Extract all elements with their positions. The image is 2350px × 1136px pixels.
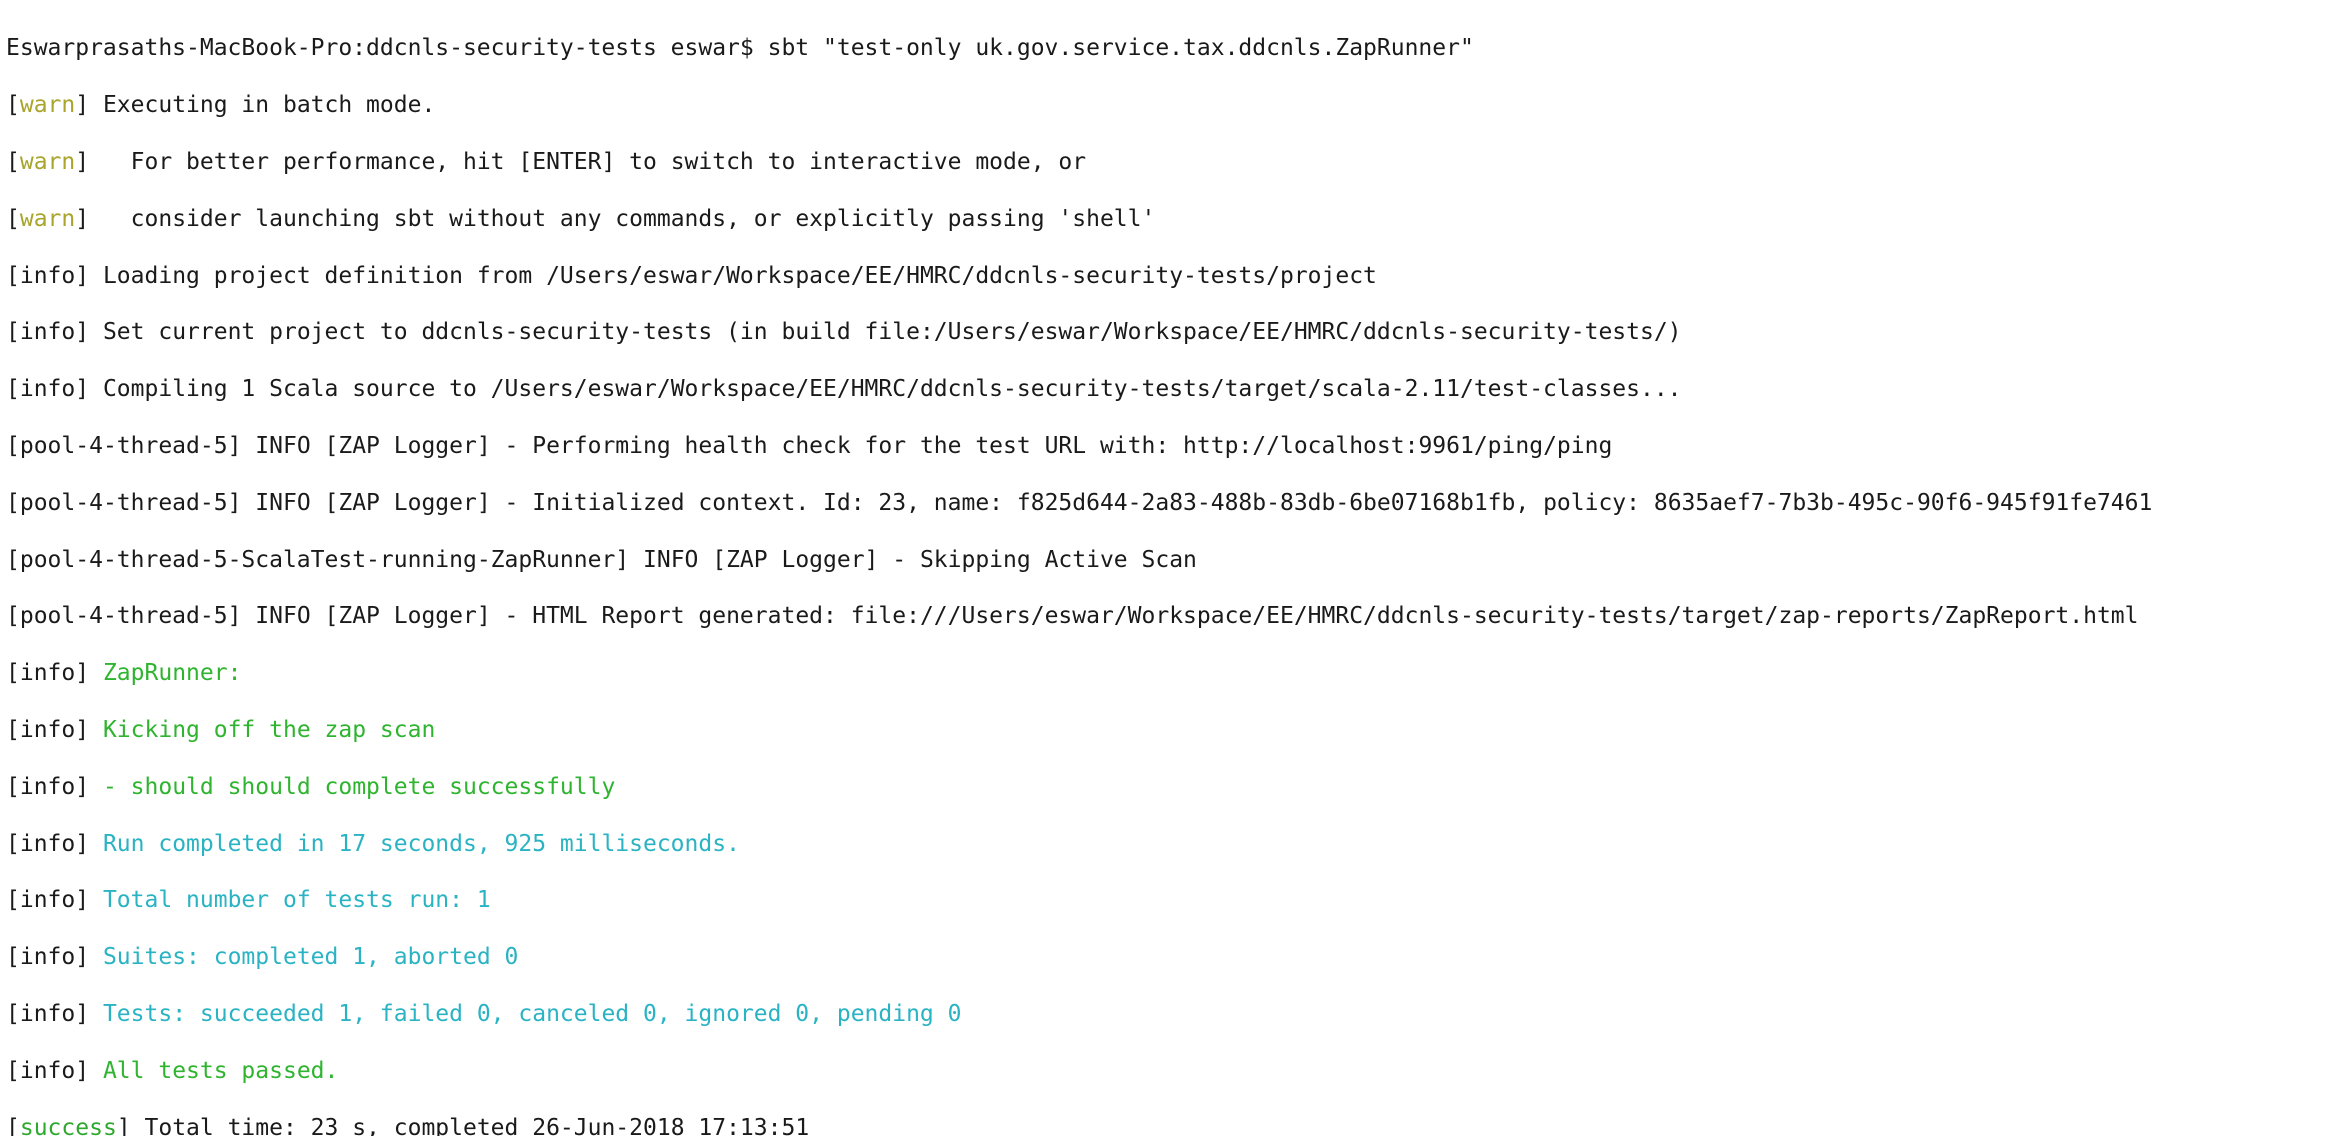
test-summary: Suites: completed 1, aborted 0 <box>102 944 519 971</box>
shell-prompt: Eswarprasaths-MacBook-Pro:ddcnls-securit… <box>6 35 768 62</box>
log-message: Executing in batch mode. <box>89 92 436 119</box>
output-line: [info] Tests: succeeded 1, failed 0, can… <box>6 1000 962 1027</box>
output-line: [warn] For better performance, hit [ENTE… <box>6 149 1087 175</box>
output-line: [info] Total number of tests run: 1 <box>6 887 491 914</box>
log-level-info: info <box>19 830 76 857</box>
output-line: [info] Run completed in 17 seconds, 925 … <box>6 830 740 857</box>
output-line: [info] Suites: completed 1, aborted 0 <box>6 944 519 971</box>
log-level-warn: warn <box>19 149 76 175</box>
log-message: Compiling 1 Scala source to /Users/eswar… <box>89 376 1682 403</box>
log-level-info: info <box>19 660 76 687</box>
test-summary: Tests: succeeded 1, failed 0, canceled 0… <box>102 1000 962 1027</box>
log-message: Loading project definition from /Users/e… <box>89 262 1377 289</box>
log-message: For better performance, hit [ENTER] to s… <box>89 149 1087 175</box>
test-output: ZapRunner: <box>102 660 242 687</box>
log-message: INFO [ZAP Logger] - HTML Report generate… <box>241 603 2139 630</box>
output-line: [info] Compiling 1 Scala source to /User… <box>6 376 1682 403</box>
log-level-info: info <box>19 773 76 800</box>
log-level-info: info <box>19 944 76 971</box>
test-summary: Run completed in 17 seconds, 925 millise… <box>102 830 740 857</box>
test-summary: Total number of tests run: 1 <box>102 887 491 914</box>
log-level-warn: warn <box>19 205 76 232</box>
log-message: INFO [ZAP Logger] - Performing health ch… <box>241 432 1613 459</box>
test-output: Kicking off the zap scan <box>102 716 436 743</box>
output-line: [pool-4-thread-5] INFO [ZAP Logger] - Pe… <box>6 432 1613 459</box>
output-line: [info] Set current project to ddcnls-sec… <box>6 319 1682 346</box>
log-level-info: info <box>19 319 76 346</box>
output-line: [info] ZapRunner: <box>6 660 242 687</box>
output-line: [pool-4-thread-5] INFO [ZAP Logger] - HT… <box>6 603 2139 630</box>
thread-name: pool-4-thread-5 <box>19 432 228 459</box>
output-line: [warn] Executing in batch mode. <box>6 92 436 119</box>
thread-name: pool-4-thread-5-ScalaTest-running-ZapRun… <box>19 546 616 573</box>
terminal-window[interactable]: Eswarprasaths-MacBook-Pro:ddcnls-securit… <box>0 0 2350 1136</box>
log-level-warn: warn <box>19 92 76 119</box>
command-text: sbt "test-only uk.gov.service.tax.ddcnls… <box>767 35 1474 62</box>
test-result: All tests passed. <box>102 1057 339 1084</box>
log-level-success: success <box>19 1114 117 1136</box>
log-level-info: info <box>19 1057 76 1084</box>
command-line: Eswarprasaths-MacBook-Pro:ddcnls-securit… <box>6 34 2350 62</box>
log-level-info: info <box>19 887 76 914</box>
output-line: [pool-4-thread-5-ScalaTest-running-ZapRu… <box>6 546 1197 573</box>
log-level-info: info <box>19 1000 76 1027</box>
test-output: - should should complete successfully <box>102 773 616 800</box>
output-line: [info] All tests passed. <box>6 1057 339 1084</box>
thread-name: pool-4-thread-5 <box>19 603 228 630</box>
output-line: [pool-4-thread-5] INFO [ZAP Logger] - In… <box>6 489 2153 516</box>
output-line: [warn] consider launching sbt without an… <box>6 205 1156 232</box>
thread-name: pool-4-thread-5 <box>19 489 228 516</box>
output-line: [info] Loading project definition from /… <box>6 262 1377 289</box>
log-level-info: info <box>19 716 76 743</box>
log-level-info: info <box>19 262 76 289</box>
log-message: INFO [ZAP Logger] - Initialized context.… <box>241 489 2153 516</box>
log-message: Total time: 23 s, completed 26-Jun-2018 … <box>130 1114 782 1136</box>
output-line: [info] - should should complete successf… <box>6 773 616 800</box>
log-message: consider launching sbt without any comma… <box>89 205 1156 232</box>
log-message: Set current project to ddcnls-security-t… <box>89 319 1682 346</box>
output-line: [success] Total time: 23 s, completed 26… <box>6 1114 2350 1136</box>
log-level-info: info <box>19 376 76 403</box>
text-cursor: 51 <box>781 1114 809 1136</box>
log-message: INFO [ZAP Logger] - Skipping Active Scan <box>629 546 1197 573</box>
output-line: [info] Kicking off the zap scan <box>6 716 436 743</box>
